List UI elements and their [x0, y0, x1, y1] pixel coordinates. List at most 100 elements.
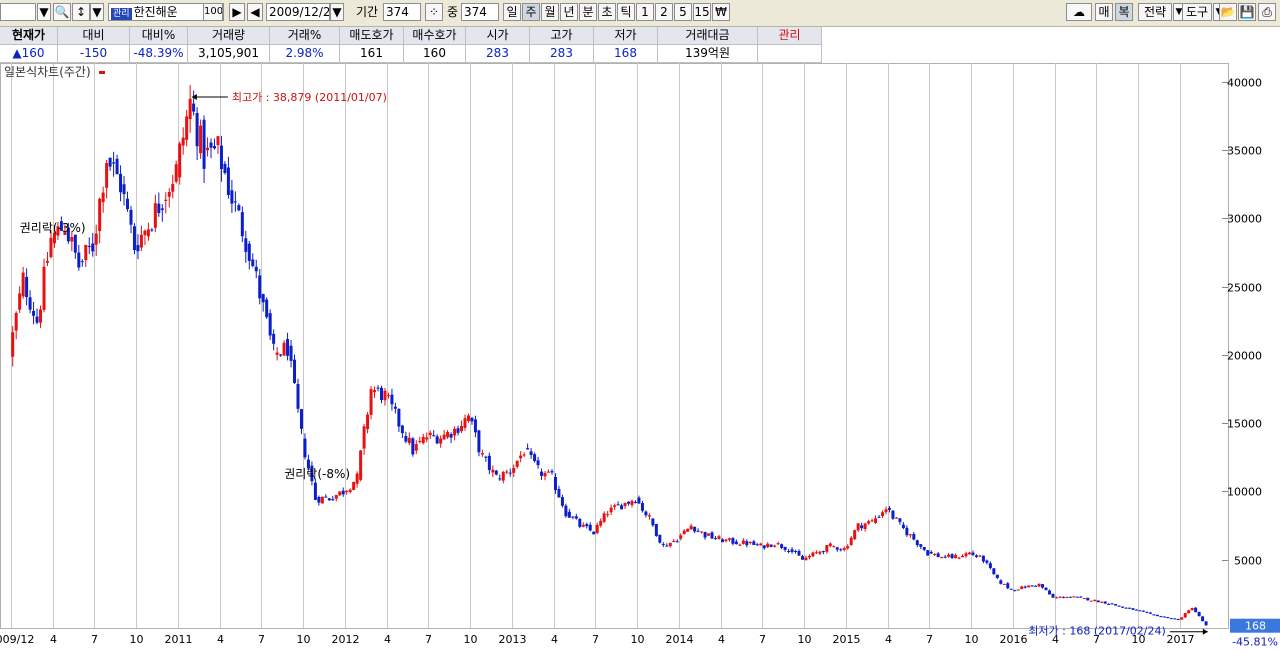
code-dropdown-icon[interactable]: ▼ — [37, 3, 51, 21]
tf-2[interactable]: 2 — [655, 3, 673, 21]
val-change-pct: -48.39% — [130, 45, 188, 62]
hdr-manage[interactable]: 관리 — [758, 27, 822, 44]
candle-body — [1194, 607, 1198, 613]
candle-body — [967, 552, 971, 555]
candle-body — [390, 394, 394, 405]
prev-arrow-icon[interactable]: ◀ — [247, 3, 263, 21]
tf-month[interactable]: 월 — [541, 3, 559, 21]
date-input[interactable]: 2009/12/29 — [266, 3, 330, 21]
toolbar: 7930 ▼ 🔍 ↕ ▼ 관리한진해운 100 ▶ ◀ 2009/12/29 ▼… — [0, 0, 1280, 27]
candle-body — [219, 145, 223, 169]
candle-body — [181, 137, 185, 146]
candle-body — [119, 173, 123, 193]
candle-body — [553, 477, 557, 491]
multi-button[interactable]: 복 — [1115, 3, 1133, 21]
folder-icon[interactable]: 📂 — [1219, 3, 1237, 21]
tf-minute[interactable]: 분 — [579, 3, 597, 21]
y-tick-label: 25000 — [1227, 282, 1262, 295]
candle-body — [849, 537, 853, 545]
candle-body — [752, 541, 756, 545]
candle-body — [70, 237, 74, 242]
quote-value-row: ▲160 -150 -48.39% 3,105,901 2.98% 161 16… — [0, 45, 822, 63]
candle-body — [25, 276, 29, 298]
tf-week[interactable]: 주 — [522, 3, 540, 21]
candle-body — [759, 543, 763, 546]
candle-body — [98, 198, 102, 232]
candle-body — [800, 556, 804, 560]
candle-body — [1093, 599, 1097, 601]
candle-body — [233, 201, 237, 203]
save-icon[interactable]: 💾 — [1238, 3, 1256, 21]
candle-body — [45, 260, 49, 263]
period-input[interactable]: 374 — [383, 3, 421, 21]
x-tick-label: 2014 — [666, 633, 694, 646]
candle-body — [536, 460, 540, 466]
candle-body — [195, 112, 199, 147]
sort-dropdown-icon[interactable]: ▼ — [90, 3, 104, 21]
tf-year[interactable]: 년 — [560, 3, 578, 21]
candle-body — [1169, 618, 1173, 620]
cloud-icon[interactable]: ☁ — [1066, 3, 1092, 21]
next-arrow-icon[interactable]: ▶ — [229, 3, 245, 21]
stock-name-number: 100 — [203, 3, 223, 21]
candle-body — [240, 212, 244, 237]
search-icon[interactable]: 🔍 — [53, 3, 71, 21]
candle-body — [1082, 598, 1086, 600]
tf-15[interactable]: 15 — [693, 3, 711, 21]
quote-header-row: 현재가 대비 대비% 거래량 거래% 매도호가 매수호가 시가 고가 저가 거래… — [0, 27, 822, 45]
candle-body — [320, 496, 324, 504]
candle-body — [247, 243, 251, 261]
candle-body — [720, 539, 724, 543]
candle-body — [352, 481, 356, 490]
tf-tick[interactable]: 틱 — [617, 3, 635, 21]
candle-body — [992, 568, 996, 575]
candle-body — [745, 541, 749, 546]
tf-second[interactable]: 초 — [598, 3, 616, 21]
tf-5[interactable]: 5 — [674, 3, 692, 21]
strategy-button[interactable]: 전략 — [1138, 3, 1172, 21]
candle-body — [373, 390, 377, 393]
candle-body — [386, 395, 390, 397]
buy-button[interactable]: 매 — [1095, 3, 1113, 21]
candle-body — [167, 191, 171, 197]
candle-body — [668, 542, 672, 547]
candle-body — [1145, 611, 1149, 613]
y-tick-label: 15000 — [1227, 418, 1262, 431]
candle-body — [463, 418, 467, 428]
hdr-amount: 거래대금 — [658, 27, 758, 44]
candle-body — [835, 547, 839, 550]
chart-area[interactable]: 2009/12 4 7 10 2011 4 7 10 2012 4 7 10 2013 4 7 10 2014 4… — [0, 63, 1280, 649]
x-tick-label: 4 — [50, 633, 57, 646]
candle-body — [1006, 583, 1010, 589]
candle-body — [132, 226, 136, 251]
candlestick-chart[interactable]: 2009/12 4 7 10 2011 4 7 10 2012 4 7 10 2013 4 7 10 2014 4… — [0, 63, 1280, 649]
print-icon[interactable]: ⎙ — [1258, 3, 1276, 21]
sort-icon[interactable]: ↕ — [72, 3, 90, 21]
x-tick-label: 2015 — [833, 633, 861, 646]
hdr-volume-pct: 거래% — [270, 27, 340, 44]
candle-body — [80, 261, 84, 263]
y-tick-label: 30000 — [1227, 213, 1262, 226]
period-icon[interactable]: ⁘ — [425, 3, 443, 21]
candle-body — [1051, 593, 1055, 598]
hdr-volume: 거래량 — [188, 27, 270, 44]
tf-day[interactable]: 일 — [503, 3, 521, 21]
hdr-change-pct: 대비% — [130, 27, 188, 44]
candle-body — [293, 359, 297, 383]
candle-body — [839, 549, 843, 551]
candle-body — [686, 528, 690, 532]
date-dropdown-icon[interactable]: ▼ — [330, 3, 344, 21]
x-tick-label: 7 — [425, 633, 432, 646]
candle-body — [380, 387, 383, 401]
tools-button[interactable]: 도구 — [1182, 3, 1212, 21]
tf-1[interactable]: 1 — [636, 3, 654, 21]
candle-body — [679, 535, 683, 539]
x-tick-label: 10 — [798, 633, 812, 646]
candle-body — [366, 414, 370, 430]
stock-code-input[interactable]: 7930 — [0, 3, 36, 21]
count-input[interactable]: 374 — [461, 3, 499, 21]
candle-body — [637, 497, 641, 504]
candle-body — [828, 543, 832, 547]
candle-body — [613, 505, 617, 507]
tf-won[interactable]: ₩ — [712, 3, 730, 21]
